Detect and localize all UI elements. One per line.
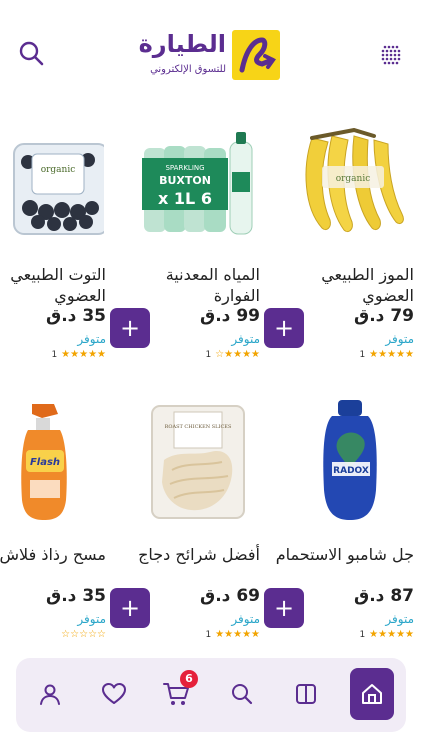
add-to-cart-button[interactable]: + <box>110 588 150 628</box>
add-to-cart-button[interactable]: + <box>264 588 304 628</box>
rating: ★★★★☆1 <box>205 349 260 360</box>
rating-count: 1 <box>51 350 58 360</box>
stock-status: متوفر <box>385 332 414 346</box>
rating: ★★★★★1 <box>359 629 414 640</box>
banana-label: organic <box>336 174 371 184</box>
product-grid: organic الموز الطبيعي العضوي 79 د.ق متوف… <box>0 100 422 655</box>
profile-icon <box>40 684 60 705</box>
star-icon: ★★★★★ <box>369 349 414 360</box>
nav-search[interactable] <box>224 676 260 712</box>
star-icon: ☆☆☆☆☆ <box>61 629 106 640</box>
dots-grid-icon <box>381 45 401 65</box>
product-image[interactable]: Flash <box>0 400 104 525</box>
chicken-label: ROAST CHICKEN SLICES <box>165 424 232 430</box>
rating-count: 1 <box>359 630 366 640</box>
home-icon <box>362 684 382 704</box>
star-icon: ★★★★★ <box>215 629 260 640</box>
product-name[interactable]: جل شامبو الاستحمام <box>274 544 414 565</box>
stock-status: متوفر <box>385 612 414 626</box>
product-name[interactable]: مسح رذاذ فلاش <box>0 544 106 565</box>
rating-count: 1 <box>359 350 366 360</box>
product-card[interactable]: Flash مسح رذاذ فلاش 35 د.ق متوفر ☆☆☆☆☆ <box>0 380 114 650</box>
nav-cart[interactable]: 6 <box>158 670 198 712</box>
add-to-cart-button[interactable]: + <box>264 308 304 348</box>
cart-count-badge: 6 <box>180 670 198 688</box>
star-icon: ★★★★★ <box>61 349 106 360</box>
product-price: 35 د.ق <box>46 306 106 326</box>
stock-status: متوفر <box>231 612 260 626</box>
rating-count: 1 <box>205 350 212 360</box>
stock-status: متوفر <box>231 332 260 346</box>
water-name-label: BUXTON <box>159 174 211 187</box>
water-brand-label: SPARKLING <box>165 164 204 172</box>
product-name[interactable]: المياه المعدنية الفوارة <box>120 264 260 306</box>
bottom-navigation: 6 <box>16 658 406 732</box>
add-to-cart-button[interactable]: + <box>110 308 150 348</box>
product-image[interactable]: organic <box>292 120 412 245</box>
app-header: الطيارة للتسوق الإلكتروني <box>0 0 422 100</box>
logo-subtitle: للتسوق الإلكتروني <box>150 64 226 75</box>
product-price: 79 د.ق <box>354 306 414 326</box>
berries-label: organic <box>41 165 76 175</box>
product-card[interactable]: organic الموز الطبيعي العضوي 79 د.ق متوف… <box>264 100 422 370</box>
product-name[interactable]: أفضل شرائح دجاج <box>120 544 260 565</box>
categories-icon <box>296 684 316 704</box>
search-icon <box>232 684 253 705</box>
nav-categories[interactable] <box>288 676 324 712</box>
rating: ★★★★★1 <box>359 349 414 360</box>
nav-home[interactable] <box>350 668 394 720</box>
product-card[interactable]: SPARKLING BUXTON 6 x 1L المياه المعدنية … <box>110 100 268 370</box>
product-image[interactable]: organic <box>0 120 104 245</box>
product-image[interactable]: RADOX <box>292 400 412 525</box>
brand-logo[interactable]: الطيارة للتسوق الإلكتروني <box>138 30 280 80</box>
product-image[interactable]: SPARKLING BUXTON 6 x 1L <box>138 120 258 245</box>
rating: ☆☆☆☆☆ <box>57 629 106 640</box>
star-icon: ★★★★☆ <box>215 349 260 360</box>
water-size-label: 6 x 1L <box>158 189 212 208</box>
rating: ★★★★★1 <box>205 629 260 640</box>
heart-icon <box>102 683 126 704</box>
rating: ★★★★★1 <box>51 349 106 360</box>
stock-status: متوفر <box>77 612 106 626</box>
product-card[interactable]: ROAST CHICKEN SLICES أفضل شرائح دجاج 69 … <box>110 380 268 650</box>
search-icon <box>19 41 44 66</box>
product-card[interactable]: organic التوت الطبيعي العضوي 35 د.ق متوف… <box>0 100 114 370</box>
logo-mark-icon <box>232 30 280 80</box>
product-name[interactable]: التوت الطبيعي العضوي <box>0 264 106 306</box>
menu-button[interactable] <box>380 44 402 66</box>
product-price: 35 د.ق <box>46 586 106 606</box>
star-icon: ★★★★★ <box>369 629 414 640</box>
product-price: 99 د.ق <box>200 306 260 326</box>
logo-title: الطيارة <box>138 30 226 58</box>
product-image[interactable]: ROAST CHICKEN SLICES <box>138 400 258 525</box>
search-button[interactable] <box>18 40 44 66</box>
nav-wishlist[interactable] <box>96 676 132 712</box>
shampoo-brand-label: RADOX <box>333 466 369 476</box>
product-name[interactable]: الموز الطبيعي العضوي <box>274 264 414 306</box>
product-price: 87 د.ق <box>354 586 414 606</box>
product-price: 69 د.ق <box>200 586 260 606</box>
rating-count: 1 <box>205 630 212 640</box>
stock-status: متوفر <box>77 332 106 346</box>
nav-profile[interactable] <box>32 676 68 712</box>
product-card[interactable]: RADOX جل شامبو الاستحمام 87 د.ق متوفر ★★… <box>264 380 422 650</box>
spray-brand-label: Flash <box>30 457 60 468</box>
